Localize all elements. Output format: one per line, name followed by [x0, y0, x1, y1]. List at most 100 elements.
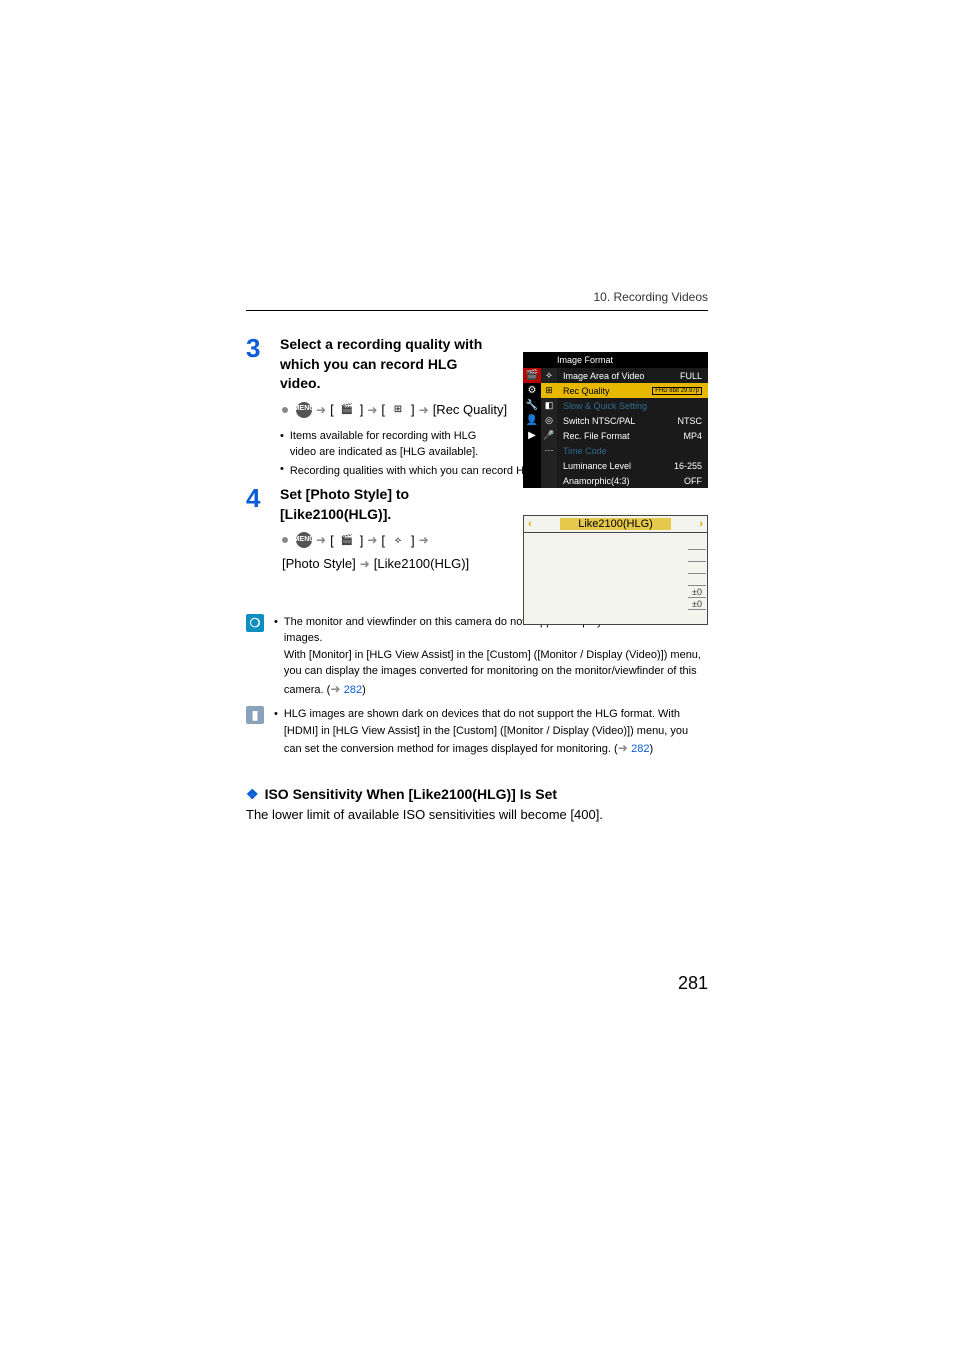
page-link-282[interactable]: 282	[631, 743, 649, 755]
gear-tab-icon: ⚙	[523, 383, 541, 398]
photo-style-preview: ‹ Like2100(HLG) › ±0±0	[523, 515, 708, 625]
step-3-heading: Select a recording quality with which yo…	[280, 335, 500, 394]
arrow-icon: ➜	[316, 401, 326, 419]
menu-row-value: NTSC	[678, 416, 703, 426]
step-4-heading: Set [Photo Style] to [Like2100(HLG)].	[280, 485, 500, 524]
preview-param	[688, 538, 706, 550]
sub-icon-active: ⊞	[541, 383, 557, 398]
callout-info: ❍ The monitor and viewfinder on this cam…	[246, 614, 708, 699]
format-icon: ⊞	[389, 403, 407, 417]
path-end: [Like2100(HLG)]	[374, 554, 469, 574]
info-icon: ❍	[246, 614, 264, 632]
menu-row-value: FULL	[680, 371, 702, 381]
bullet-icon	[274, 614, 278, 699]
preview-param	[688, 574, 706, 586]
sub-icon: ⋯	[541, 443, 557, 458]
step-number: 3	[246, 335, 268, 361]
play-tab-icon: ▶	[523, 428, 541, 443]
arrow-icon: ➜	[618, 741, 631, 755]
bracket: ]	[411, 400, 415, 420]
note-icon: ▮	[246, 706, 264, 724]
arrow-icon: ➜	[316, 531, 326, 549]
preview-param	[688, 550, 706, 562]
chevron-left-icon: ‹	[528, 518, 532, 530]
camera-menu-screenshot: Image Format 🎬 ⚙ 🔧 👤 ▶ ⟡ ⊞ ◧ ◎ 🎤 ⋯ Image…	[523, 352, 708, 488]
quality-icon: ⟡	[389, 533, 407, 547]
page-link-282[interactable]: 282	[344, 684, 362, 696]
path-mid: [Photo Style]	[282, 554, 356, 574]
spacer	[523, 443, 541, 458]
arrow-icon: ➜	[367, 401, 377, 419]
menu-row: Slow & Quick Setting	[557, 398, 708, 413]
bullet-icon	[274, 706, 278, 758]
callout-2-text: HLG images are shown dark on devices tha…	[284, 706, 708, 758]
user-tab-icon: 👤	[523, 413, 541, 428]
diamond-icon: ❖	[246, 786, 259, 803]
sub-icon: ◎	[541, 413, 557, 428]
spacer	[523, 473, 541, 488]
note-text: Items available for recording with HLG v…	[290, 429, 500, 460]
menu-row-label: Slow & Quick Setting	[563, 401, 647, 411]
divider	[246, 310, 708, 311]
sub-icon: ⟡	[541, 368, 557, 383]
chapter-header: 10. Recording Videos	[246, 290, 708, 304]
preview-side-icons: ±0±0	[688, 538, 706, 610]
menu-row-value: OFF	[684, 476, 702, 486]
menu-row: Anamorphic(4:3) OFF	[557, 473, 708, 488]
menu-row: Luminance Level 16-255	[557, 458, 708, 473]
callout-note: ▮ HLG images are shown dark on devices t…	[246, 706, 708, 758]
menu-row: Rec Quality FHD 8bit 29.97p	[557, 383, 708, 398]
preview-param: ±0	[688, 598, 706, 610]
menu-row-value: 16-255	[674, 461, 702, 471]
video-icon: 🎬	[338, 533, 356, 547]
menu-sub-icons: ⟡ ⊞ ◧ ◎ 🎤 ⋯	[541, 368, 557, 488]
menu-row: Switch NTSC/PALNTSC	[557, 413, 708, 428]
menu-row: Image Area of Video FULL	[557, 368, 708, 383]
iso-body: The lower limit of available ISO sensiti…	[246, 807, 708, 822]
menu-list: Image Area of Video FULL Rec Quality FHD 8b…	[557, 368, 708, 488]
menu-row: Time Code	[557, 443, 708, 458]
step-4-menu-path: MENU ➜ [ 🎬 ] ➜ [ ⟡ ] ➜ [Photo Style] ➜ […	[282, 531, 502, 574]
bracket: ]	[360, 531, 364, 551]
chevron-right-icon: ›	[699, 518, 703, 530]
spacer	[523, 458, 541, 473]
path-end: [Rec Quality]	[433, 400, 507, 420]
menu-row-label: Luminance Level	[563, 461, 631, 471]
menu-row: Rec. File Format MP4	[557, 428, 708, 443]
sub-icon: 🎤	[541, 428, 557, 443]
menu-row-label: Rec Quality	[563, 386, 610, 396]
bracket: ]	[411, 531, 415, 551]
iso-section-title: ❖ ISO Sensitivity When [Like2100(HLG)] I…	[246, 786, 708, 803]
menu-set-icon: MENU	[296, 402, 312, 418]
video-tab-icon: 🎬	[523, 368, 541, 383]
bracket: [	[330, 531, 334, 551]
spacer	[541, 473, 557, 488]
arrow-icon: ➜	[330, 682, 343, 696]
bullet-icon	[280, 462, 284, 479]
bracket: [	[381, 400, 385, 420]
spacer	[541, 458, 557, 473]
preview-label: Like2100(HLG)	[560, 518, 671, 530]
preview-param: ±0	[688, 586, 706, 598]
step-number: 4	[246, 485, 268, 511]
sub-icon: ◧	[541, 398, 557, 413]
page-number: 281	[678, 973, 708, 994]
menu-tab-icons: 🎬 ⚙ 🔧 👤 ▶	[523, 368, 541, 488]
preview-param	[688, 562, 706, 574]
wrench-tab-icon: 🔧	[523, 398, 541, 413]
menu-title: Image Format	[523, 352, 708, 368]
arrow-icon: ➜	[419, 401, 429, 419]
arrow-icon: ➜	[360, 555, 370, 573]
video-icon: 🎬	[338, 403, 356, 417]
bracket: ]	[360, 400, 364, 420]
menu-row-label: Anamorphic(4:3)	[563, 476, 630, 486]
menu-row-value: MP4	[683, 431, 702, 441]
menu-row-value: FHD 8bit 29.97p	[652, 387, 702, 395]
bullet-icon	[282, 407, 288, 413]
menu-row-label: Image Area of Video	[563, 371, 644, 381]
menu-row-label: Time Code	[563, 446, 607, 456]
menu-row-label: Rec. File Format	[563, 431, 630, 441]
callout-line: )	[649, 743, 653, 755]
bullet-icon	[280, 429, 284, 460]
iso-title-text: ISO Sensitivity When [Like2100(HLG)] Is …	[265, 786, 558, 802]
